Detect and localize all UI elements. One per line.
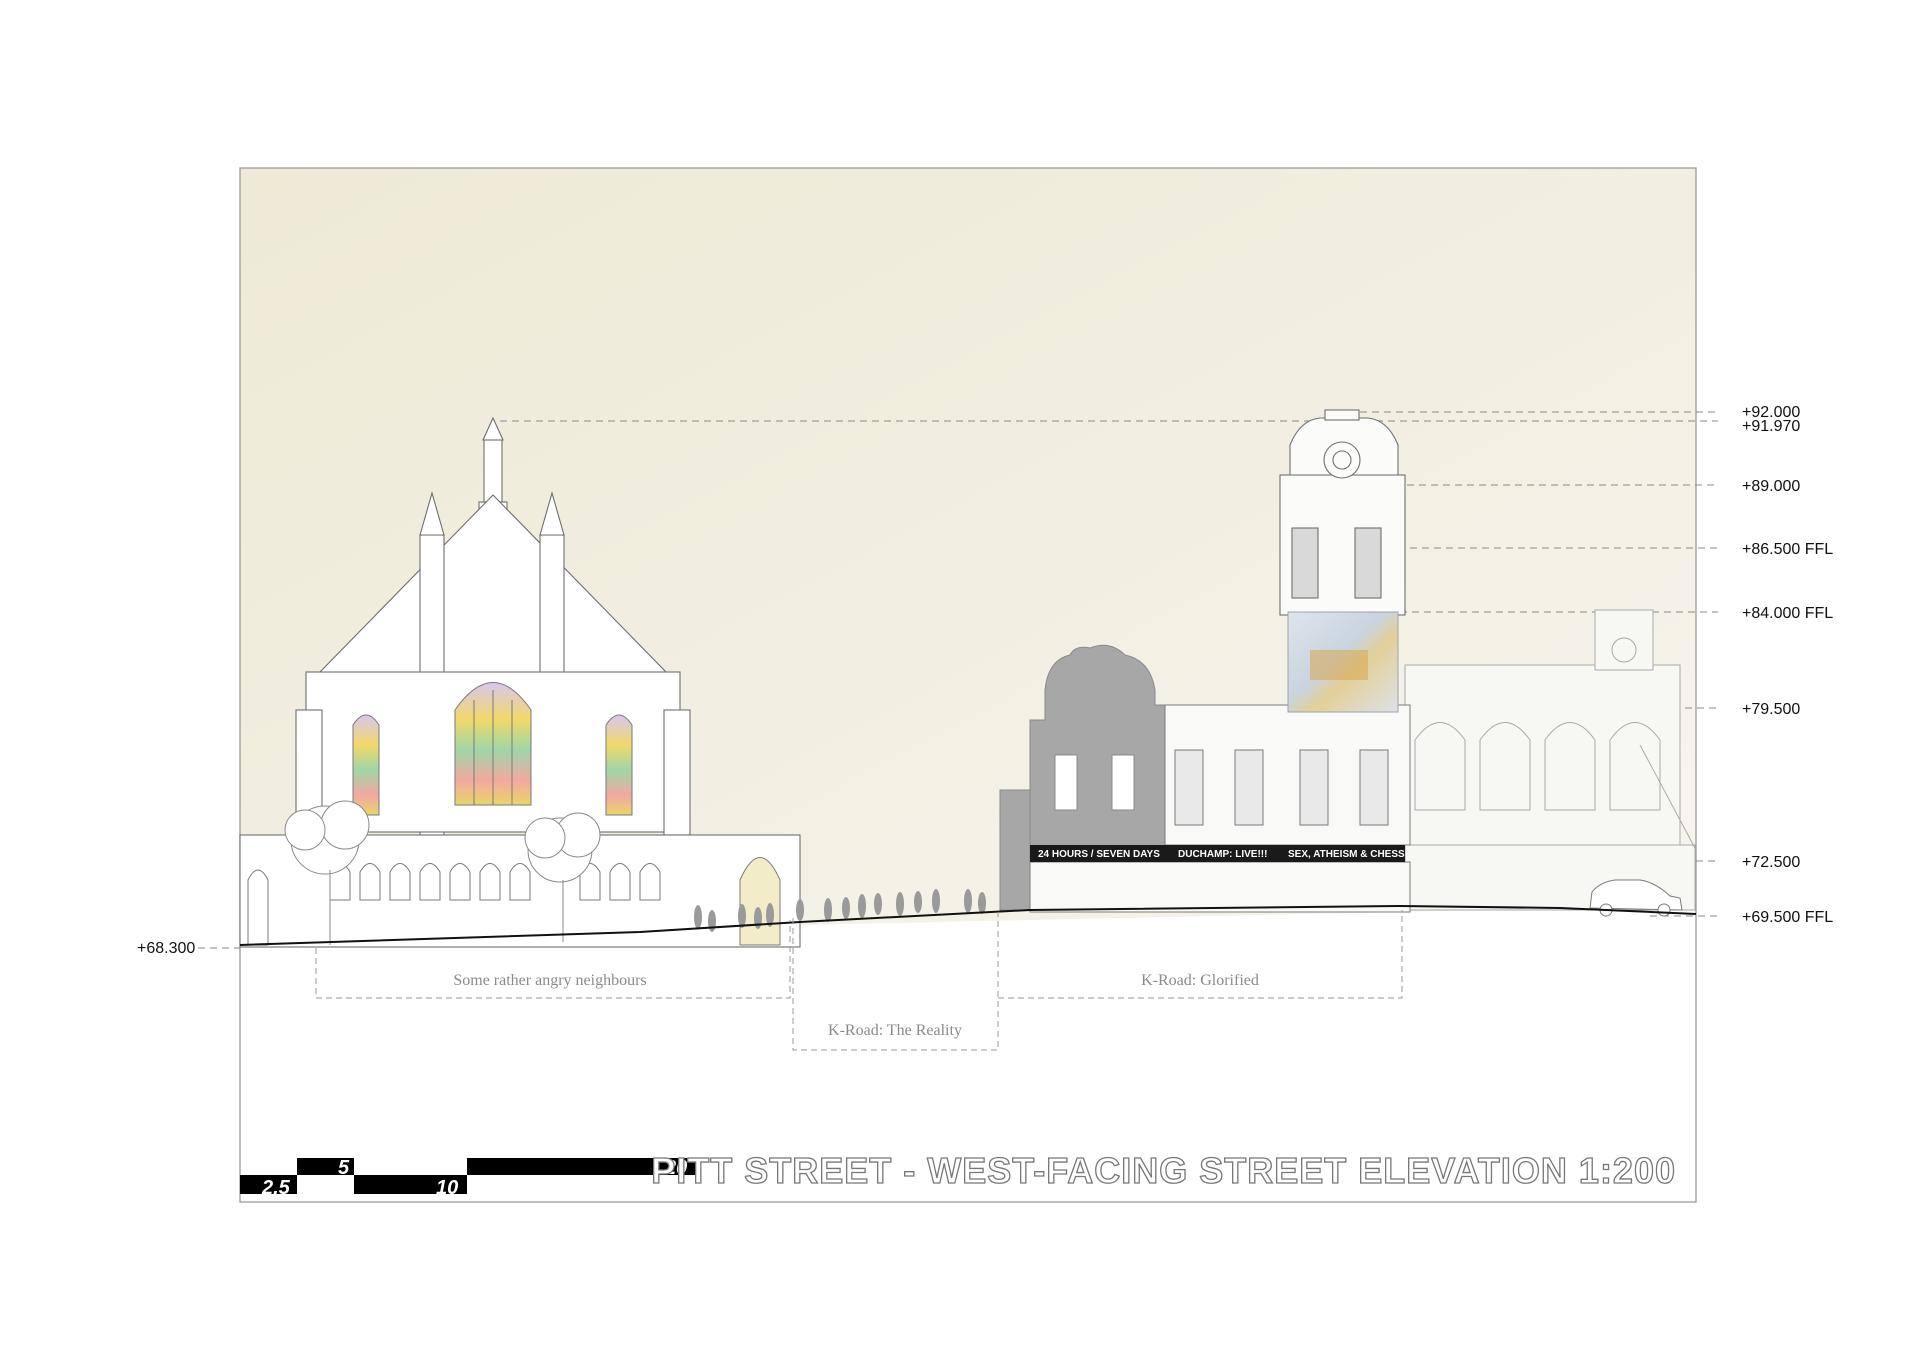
- zone-label-glorified: K-Road: Glorified: [1141, 972, 1259, 989]
- street-elevation-drawing: +92.000 +91.970 +89.000 +86.500 FFL +84.…: [137, 167, 1833, 1203]
- right-level-labels: +92.000 +91.970 +89.000 +86.500 FFL +84.…: [1742, 404, 1833, 926]
- scale-label-5: 5: [338, 1157, 350, 1179]
- scale-bar: 2.5 5 10 20: [240, 1157, 695, 1199]
- level-84000: +84.000 FFL: [1742, 605, 1833, 622]
- level-86500: +86.500 FFL: [1742, 541, 1833, 558]
- sign-duchamp: DUCHAMP: LIVE!!!: [1178, 849, 1267, 860]
- sign-sex-atheism-chess: SEX, ATHEISM & CHESS!: [1288, 849, 1408, 860]
- level-69500: +69.500 FFL: [1742, 909, 1833, 926]
- glass-artwork-figure: [1310, 650, 1368, 680]
- level-79500: +79.500: [1742, 701, 1800, 718]
- zone-label-neighbours: Some rather angry neighbours: [453, 972, 646, 989]
- drawing-title: PITT STREET - WEST-FACING STREET ELEVATI…: [651, 1150, 1676, 1191]
- level-72500: +72.500: [1742, 854, 1800, 871]
- level-91970: +91.970: [1742, 418, 1800, 435]
- clock-tower: [1279, 409, 1406, 616]
- level-89000: +89.000: [1742, 478, 1800, 495]
- sign-24-hours: 24 HOURS / SEVEN DAYS: [1038, 849, 1160, 860]
- level-left-68300: +68.300: [137, 940, 195, 957]
- scale-label-2-5: 2.5: [261, 1177, 291, 1199]
- scale-label-10: 10: [436, 1177, 458, 1199]
- zone-label-reality: K-Road: The Reality: [828, 1022, 962, 1039]
